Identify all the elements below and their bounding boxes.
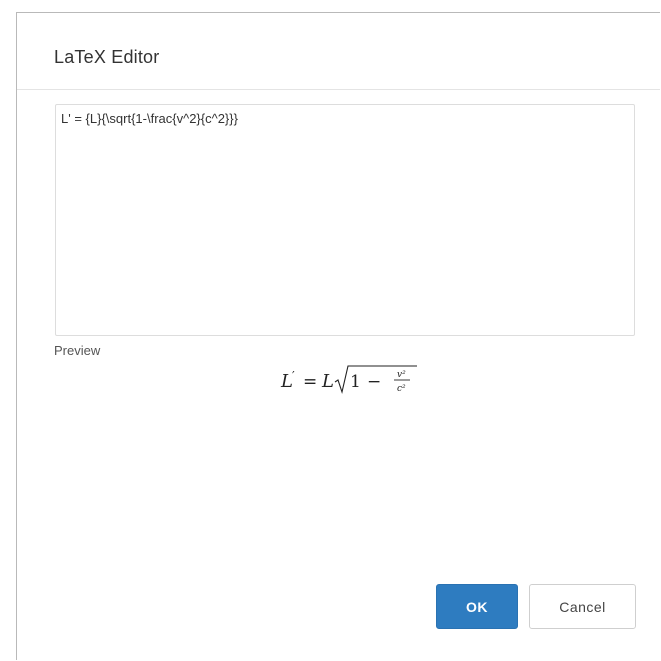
preview-label: Preview (54, 343, 101, 358)
preview-prime: ′ (292, 369, 295, 383)
latex-input-text: L' = {L}{\sqrt{1-\frac{v^2}{c^2}}} (61, 111, 238, 126)
dialog-title: LaTeX Editor (54, 47, 160, 67)
preview-denominator: c² (397, 384, 406, 394)
latex-editor-dialog: LaTeX Editor L' = {L}{\sqrt{1-\frac{v^2}… (16, 12, 660, 660)
preview-coef: L (321, 371, 334, 392)
preview-minus: − (367, 372, 381, 392)
latex-input[interactable]: L' = {L}{\sqrt{1-\frac{v^2}{c^2}}} (55, 104, 635, 336)
dialog-header: LaTeX Editor (17, 13, 660, 90)
preview-one: 1 (350, 372, 361, 392)
ok-button[interactable]: OK (436, 584, 518, 629)
preview-equals: = (303, 372, 317, 392)
preview-lhs: L (280, 371, 293, 392)
preview-numerator: v² (397, 370, 406, 380)
formula-preview: L ′ = L 1 − v² c² (280, 365, 417, 395)
cancel-button[interactable]: Cancel (529, 584, 636, 629)
